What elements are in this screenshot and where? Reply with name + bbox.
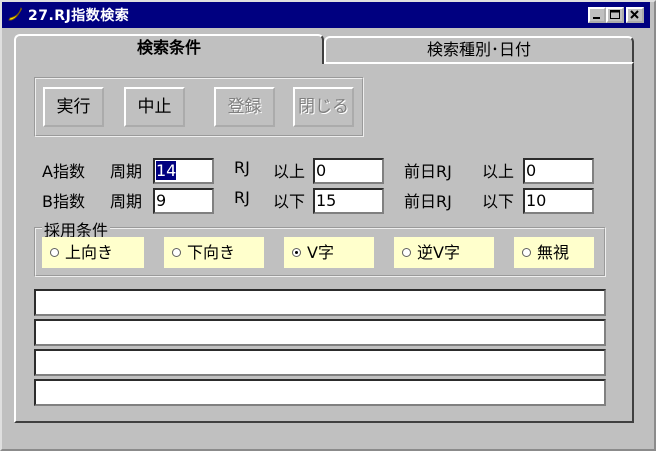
- app-banana-icon: [8, 7, 22, 21]
- radio-ignore[interactable]: 無視: [514, 237, 594, 268]
- result-field-3[interactable]: [34, 349, 606, 376]
- b-rj-label: RJ: [234, 188, 250, 207]
- radio-label: V字: [307, 243, 334, 262]
- a-period-label: 周期: [110, 162, 143, 181]
- radio-v-shape[interactable]: V字: [284, 237, 374, 268]
- radio-label: 無視: [537, 243, 570, 262]
- a-prev-rj-input[interactable]: 0: [523, 158, 594, 184]
- radio-label: 下向き: [187, 243, 236, 262]
- radio-icon: [522, 248, 531, 257]
- close-button[interactable]: [626, 7, 644, 23]
- radio-selected-icon: [292, 248, 301, 257]
- b-index-label: B指数: [42, 192, 85, 211]
- minimize-icon: [593, 17, 600, 19]
- a-prev-cond-label: 以上: [482, 162, 515, 181]
- run-button[interactable]: 実行: [43, 87, 104, 127]
- window-title: 27.RJ指数検索: [28, 8, 130, 24]
- b-rj-cond-label: 以下: [273, 192, 306, 211]
- result-field-2[interactable]: [34, 319, 606, 346]
- a-period-input[interactable]: 14: [153, 158, 214, 184]
- close-icon: [630, 10, 639, 19]
- a-rj-cond-label: 以上: [273, 162, 306, 181]
- maximize-icon: [610, 10, 620, 19]
- radio-inverse-v[interactable]: 逆V字: [394, 237, 494, 268]
- stop-button[interactable]: 中止: [124, 87, 185, 127]
- a-rj-input[interactable]: 0: [313, 158, 384, 184]
- radio-icon: [50, 248, 59, 257]
- title-bar[interactable]: 27.RJ指数検索: [2, 2, 650, 28]
- radio-icon: [172, 248, 181, 257]
- tab-strip: 検索条件 検索種別･日付: [14, 34, 634, 64]
- b-rj-input[interactable]: 15: [313, 188, 384, 214]
- a-period-value: 14: [156, 161, 177, 180]
- b-period-label: 周期: [110, 192, 143, 211]
- tab-search-type-date[interactable]: 検索種別･日付: [324, 36, 634, 63]
- result-field-4[interactable]: [34, 379, 606, 406]
- register-button[interactable]: 登録: [214, 87, 275, 127]
- a-index-label: A指数: [42, 162, 85, 181]
- tab-search-conditions[interactable]: 検索条件: [14, 34, 324, 64]
- radio-icon: [402, 248, 411, 257]
- radio-upward[interactable]: 上向き: [42, 237, 144, 268]
- radio-downward[interactable]: 下向き: [164, 237, 264, 268]
- radio-label: 上向き: [65, 243, 114, 262]
- b-prev-cond-label: 以下: [482, 192, 515, 211]
- minimize-button[interactable]: [588, 7, 606, 23]
- result-field-1[interactable]: [34, 289, 606, 316]
- b-period-input[interactable]: 9: [153, 188, 214, 214]
- radio-label: 逆V字: [417, 243, 460, 262]
- b-prev-rj-input[interactable]: 10: [523, 188, 594, 214]
- maximize-button[interactable]: [606, 7, 624, 23]
- a-rj-label: RJ: [234, 158, 250, 177]
- close-dialog-button[interactable]: 閉じる: [293, 87, 354, 127]
- a-prev-rj-label: 前日RJ: [404, 162, 452, 181]
- b-prev-rj-label: 前日RJ: [404, 192, 452, 211]
